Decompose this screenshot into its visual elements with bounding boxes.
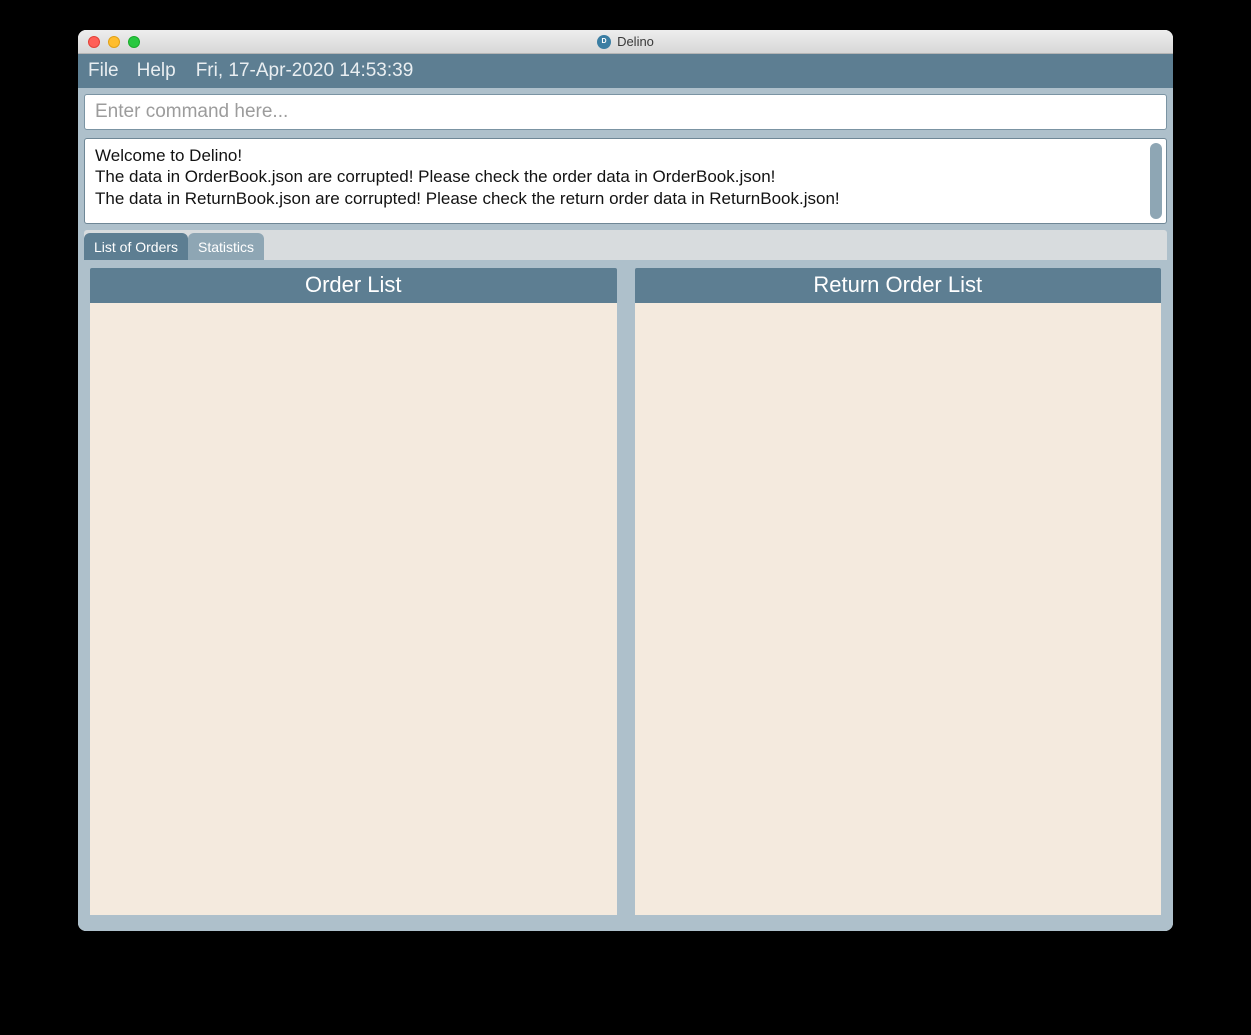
- output-panel: Welcome to Delino! The data in OrderBook…: [84, 138, 1167, 224]
- window-title: D Delino: [78, 34, 1173, 49]
- content-area: Order List Return Order List: [84, 260, 1167, 925]
- menu-help[interactable]: Help: [137, 60, 176, 82]
- output-text: Welcome to Delino! The data in OrderBook…: [85, 139, 1150, 223]
- return-order-list-header: Return Order List: [635, 268, 1162, 303]
- app-icon: D: [597, 35, 611, 49]
- order-list-body: [90, 303, 617, 915]
- command-input[interactable]: [84, 94, 1167, 130]
- tab-statistics[interactable]: Statistics: [188, 233, 264, 260]
- window-controls: [88, 36, 140, 48]
- window-title-text: Delino: [617, 34, 654, 49]
- menu-file[interactable]: File: [88, 60, 119, 82]
- return-order-list-body: [635, 303, 1162, 915]
- app-body: Welcome to Delino! The data in OrderBook…: [78, 88, 1173, 931]
- return-order-list-panel: Return Order List: [635, 268, 1162, 915]
- minimize-icon[interactable]: [108, 36, 120, 48]
- order-list-header: Order List: [90, 268, 617, 303]
- tab-list-of-orders[interactable]: List of Orders: [84, 233, 188, 260]
- menubar-datetime: Fri, 17-Apr-2020 14:53:39: [196, 60, 414, 82]
- close-icon[interactable]: [88, 36, 100, 48]
- app-window: D Delino File Help Fri, 17-Apr-2020 14:5…: [78, 30, 1173, 931]
- maximize-icon[interactable]: [128, 36, 140, 48]
- menubar: File Help Fri, 17-Apr-2020 14:53:39: [78, 54, 1173, 88]
- order-list-panel: Order List: [90, 268, 617, 915]
- titlebar: D Delino: [78, 30, 1173, 54]
- tab-strip: List of Orders Statistics: [84, 230, 1167, 260]
- output-scrollbar[interactable]: [1150, 143, 1162, 219]
